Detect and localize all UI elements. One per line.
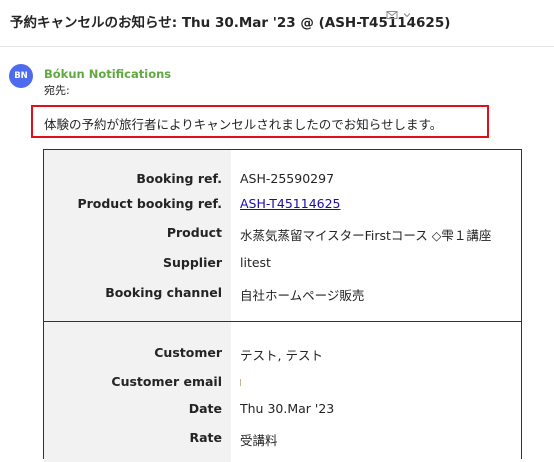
product-booking-ref-label: Product booking ref. xyxy=(77,196,222,211)
supplier-label: Supplier xyxy=(162,255,222,270)
header-actions xyxy=(386,9,412,21)
product-label: Product xyxy=(166,225,222,240)
sender-name[interactable]: Bókun Notifications xyxy=(44,67,171,81)
customer-label: Customer xyxy=(154,345,222,360)
booking-channel-value: 自社ホームページ販売 xyxy=(240,288,365,303)
recipient-label: 宛先: xyxy=(44,84,70,97)
sender-avatar[interactable]: BN xyxy=(9,64,33,88)
email-subject: 予約キャンセルのお知らせ: Thu 30.Mar '23 @ (ASH-T451… xyxy=(10,15,451,31)
booking-channel-label: Booking channel xyxy=(105,285,222,300)
customer-email-value xyxy=(240,379,241,386)
booking-ref-value: ASH-25590297 xyxy=(240,171,335,186)
envelope-icon[interactable] xyxy=(386,9,398,21)
cancellation-notice: 体験の予約が旅行者によりキャンセルされましたのでお知らせします。 xyxy=(44,117,443,132)
date-value: Thu 30.Mar '23 xyxy=(240,401,335,416)
customer-email-label: Customer email xyxy=(111,374,222,389)
email-header: 予約キャンセルのお知らせ: Thu 30.Mar '23 @ (ASH-T451… xyxy=(0,0,554,44)
header-divider xyxy=(0,46,554,47)
rate-label: Rate xyxy=(189,430,222,445)
booking-ref-label: Booking ref. xyxy=(136,171,222,186)
product-value: 水蒸気蒸留マイスターFirstコース ◇雫１講座 xyxy=(240,228,492,243)
chevron-down-icon[interactable] xyxy=(402,10,412,20)
booking-details-table: Booking ref. ASH-25590297 Product bookin… xyxy=(43,149,522,462)
rate-value: 受講料 xyxy=(240,433,278,448)
supplier-value: litest xyxy=(240,255,271,270)
customer-value: テスト, テスト xyxy=(240,348,323,363)
date-label: Date xyxy=(188,401,222,416)
product-booking-ref-link[interactable]: ASH-T45114625 xyxy=(240,196,341,211)
